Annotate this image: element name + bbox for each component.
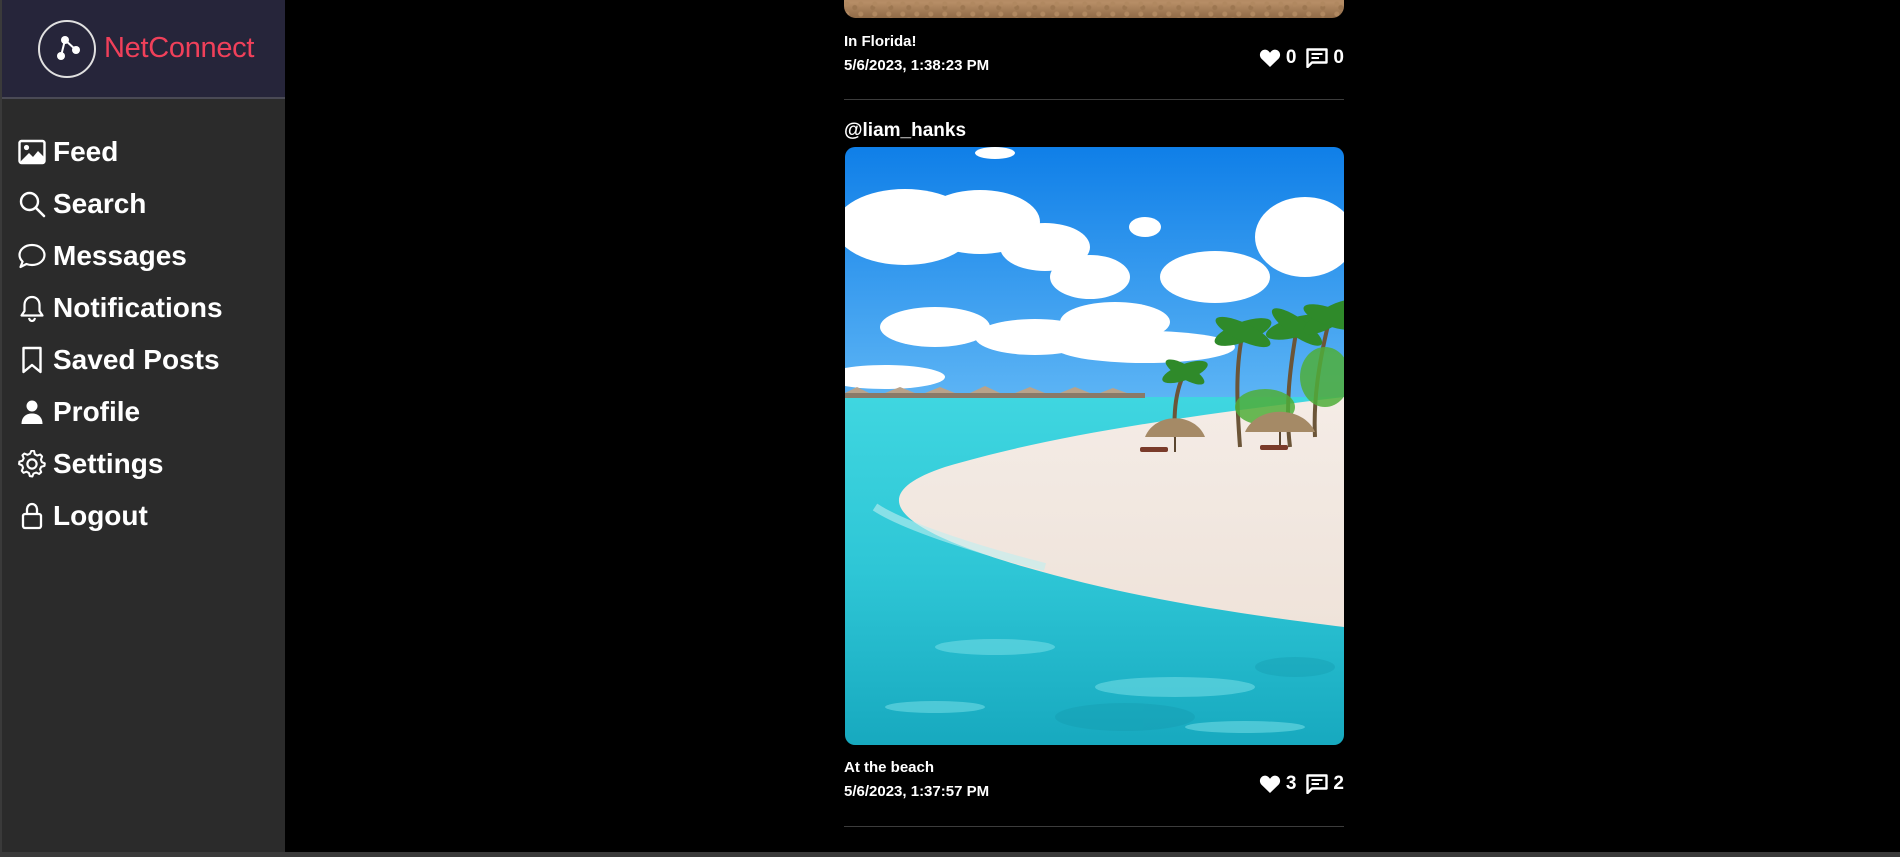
- sidebar-item-label: Logout: [53, 500, 148, 531]
- brand-name: NetConnect: [104, 32, 255, 64]
- sidebar-nav: Feed Search Messages Notifications Saved…: [2, 99, 285, 542]
- like-count: 3: [1285, 773, 1297, 794]
- sidebar-item-feed[interactable]: Feed: [2, 126, 285, 178]
- sidebar-item-search[interactable]: Search: [2, 178, 285, 230]
- like-button[interactable]: 0: [1259, 47, 1297, 69]
- share-logo-icon: [38, 19, 96, 78]
- lock-icon: [17, 501, 47, 531]
- post-meta: At the beach 5/6/2023, 1:37:57 PM 3 2: [844, 759, 1344, 800]
- like-button[interactable]: 3: [1259, 773, 1297, 795]
- app-root: NetConnect Feed Search Messages Notifica…: [0, 0, 1900, 857]
- chat-bubble-icon: [17, 241, 47, 271]
- gear-icon: [17, 449, 47, 479]
- sidebar-item-notifications[interactable]: Notifications: [2, 282, 285, 334]
- heart-icon: [1259, 775, 1280, 793]
- comment-count: 0: [1333, 47, 1344, 68]
- sidebar-item-settings[interactable]: Settings: [2, 438, 285, 490]
- beach-photo: [845, 147, 1344, 745]
- search-icon: [17, 189, 47, 219]
- sidebar-item-label: Saved Posts: [53, 344, 220, 375]
- post-divider: [844, 99, 1344, 100]
- post-image[interactable]: [845, 147, 1344, 745]
- bottom-edge: [0, 852, 1900, 857]
- sidebar-item-logout[interactable]: Logout: [2, 490, 285, 542]
- post-stats: 3 2: [1249, 773, 1344, 795]
- comment-icon: [1306, 48, 1329, 68]
- sidebar-item-label: Settings: [53, 448, 164, 479]
- like-count: 0: [1285, 47, 1297, 68]
- post-username[interactable]: @liam_hanks: [844, 120, 966, 142]
- post-stats: 0 0: [1249, 47, 1344, 69]
- sidebar-item-messages[interactable]: Messages: [2, 230, 285, 282]
- heart-icon: [1259, 49, 1280, 67]
- sidebar: NetConnect Feed Search Messages Notifica…: [0, 0, 285, 852]
- image-icon: [17, 137, 47, 167]
- post-image[interactable]: [844, 0, 1344, 18]
- post-divider: [844, 826, 1344, 827]
- comment-icon: [1306, 774, 1329, 794]
- sidebar-item-label: Feed: [53, 136, 119, 167]
- person-icon: [17, 397, 47, 427]
- sidebar-item-saved-posts[interactable]: Saved Posts: [2, 334, 285, 386]
- bell-icon: [17, 293, 47, 323]
- brand-header[interactable]: NetConnect: [2, 0, 285, 99]
- sidebar-item-label: Profile: [53, 396, 141, 427]
- comment-count: 2: [1333, 773, 1344, 794]
- bookmark-icon: [17, 345, 47, 375]
- comment-button[interactable]: 0: [1306, 47, 1344, 69]
- sidebar-item-label: Search: [53, 188, 147, 219]
- sidebar-item-label: Messages: [53, 240, 187, 271]
- sidebar-item-label: Notifications: [53, 292, 223, 323]
- sidebar-item-profile[interactable]: Profile: [2, 386, 285, 438]
- post-meta: In Florida! 5/6/2023, 1:38:23 PM 0 0: [844, 33, 1344, 74]
- comment-button[interactable]: 2: [1306, 773, 1344, 795]
